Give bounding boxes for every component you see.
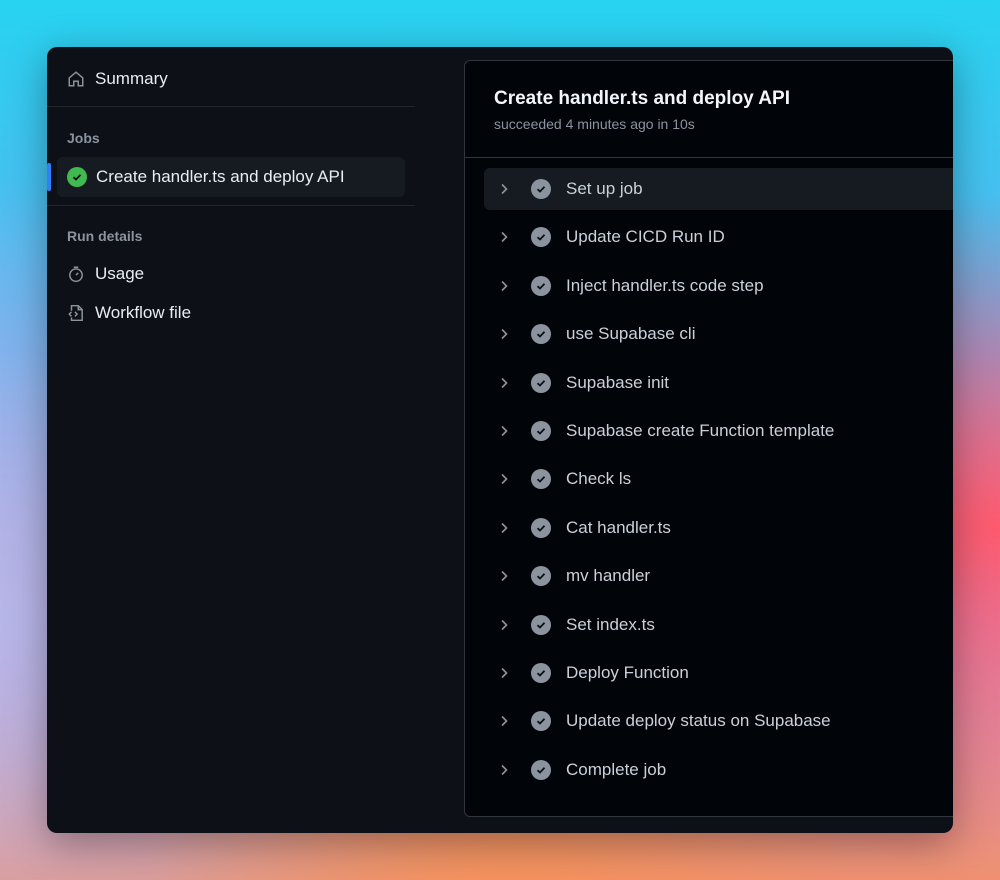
step-row[interactable]: mv handler: [484, 555, 953, 597]
step-row[interactable]: Set index.ts: [484, 604, 953, 646]
check-circle-icon: [531, 711, 551, 732]
check-circle-icon: [531, 614, 551, 635]
step-label: Deploy Function: [566, 662, 689, 682]
check-circle-icon: [531, 662, 551, 683]
job-panel: Create handler.ts and deploy API succeed…: [464, 60, 953, 817]
step-row[interactable]: Complete job: [484, 749, 953, 791]
step-row[interactable]: Update CICD Run ID: [484, 216, 953, 258]
check-circle-icon: [531, 372, 551, 393]
check-circle-icon: [531, 469, 551, 490]
chevron-right-icon: [498, 569, 512, 583]
check-circle-icon: [531, 566, 551, 587]
sidebar: Summary Jobs Create handler.ts and deplo…: [47, 47, 415, 833]
workflow-file-label: Workflow file: [95, 303, 192, 322]
step-row[interactable]: Check ls: [484, 458, 953, 500]
chevron-right-icon: [498, 763, 512, 777]
chevron-right-icon: [498, 618, 512, 632]
check-circle-icon: [531, 324, 551, 345]
steps-list: Set up job Update CICD Run ID Inject handl…: [484, 168, 953, 797]
step-label: Supabase init: [566, 372, 670, 392]
chevron-right-icon: [498, 182, 512, 196]
step-label: Complete job: [566, 759, 667, 779]
chevron-right-icon: [498, 279, 512, 293]
chevron-right-icon: [498, 230, 512, 244]
chevron-right-icon: [498, 714, 512, 728]
run-details-header: Run details: [67, 228, 143, 244]
chevron-right-icon: [498, 472, 512, 486]
divider: [47, 106, 415, 107]
step-label: Check ls: [566, 469, 632, 489]
step-label: Cat handler.ts: [566, 517, 671, 537]
workflow-run-window: Summary Jobs Create handler.ts and deplo…: [47, 47, 953, 833]
check-circle-icon: [531, 275, 551, 296]
check-circle-icon: [531, 759, 551, 780]
step-label: use Supabase cli: [566, 324, 696, 344]
check-circle-icon: [531, 227, 551, 248]
home-icon: [68, 71, 84, 87]
step-row[interactable]: Deploy Function: [484, 652, 953, 694]
file-code-icon: [68, 304, 83, 322]
job-status: succeeded 4 minutes ago in 10s: [494, 116, 695, 132]
stopwatch-icon: [69, 266, 83, 283]
step-row[interactable]: use Supabase cli: [484, 313, 953, 355]
step-row[interactable]: Set up job: [484, 168, 953, 210]
chevron-right-icon: [498, 376, 512, 390]
job-title: Create handler.ts and deploy API: [494, 88, 790, 109]
divider: [47, 205, 415, 206]
sidebar-item-usage[interactable]: Usage: [47, 255, 144, 293]
check-circle-icon: [531, 420, 551, 441]
sidebar-item-workflow-file[interactable]: Workflow file: [47, 294, 191, 332]
step-row[interactable]: Inject handler.ts code step: [484, 265, 953, 307]
divider: [465, 157, 953, 158]
step-label: Set up job: [566, 179, 643, 198]
check-circle-icon: [531, 517, 551, 538]
step-label: Inject handler.ts code step: [566, 275, 764, 295]
summary-label: Summary: [95, 69, 168, 88]
step-label: mv handler: [566, 566, 651, 586]
success-icon: [67, 167, 87, 187]
chevron-right-icon: [498, 327, 512, 341]
step-label: Set index.ts: [566, 614, 655, 634]
check-circle-icon: [531, 179, 551, 199]
step-row[interactable]: Update deploy status on Supabase: [484, 700, 953, 742]
jobs-header: Jobs: [67, 130, 100, 146]
step-label: Update deploy status on Supabase: [566, 711, 831, 731]
step-label: Update CICD Run ID: [566, 227, 725, 247]
usage-label: Usage: [95, 264, 145, 283]
chevron-right-icon: [498, 521, 512, 535]
sidebar-item-summary[interactable]: Summary: [47, 60, 415, 98]
chevron-right-icon: [498, 666, 512, 680]
sidebar-item-job[interactable]: Create handler.ts and deploy API: [57, 157, 405, 197]
step-label: Supabase create Function template: [566, 420, 835, 440]
step-row[interactable]: Cat handler.ts: [484, 507, 953, 549]
active-indicator: [47, 163, 51, 191]
step-row[interactable]: Supabase init: [484, 362, 953, 404]
job-label: Create handler.ts and deploy API: [96, 167, 345, 186]
chevron-right-icon: [498, 424, 512, 438]
step-row[interactable]: Supabase create Function template: [484, 410, 953, 452]
